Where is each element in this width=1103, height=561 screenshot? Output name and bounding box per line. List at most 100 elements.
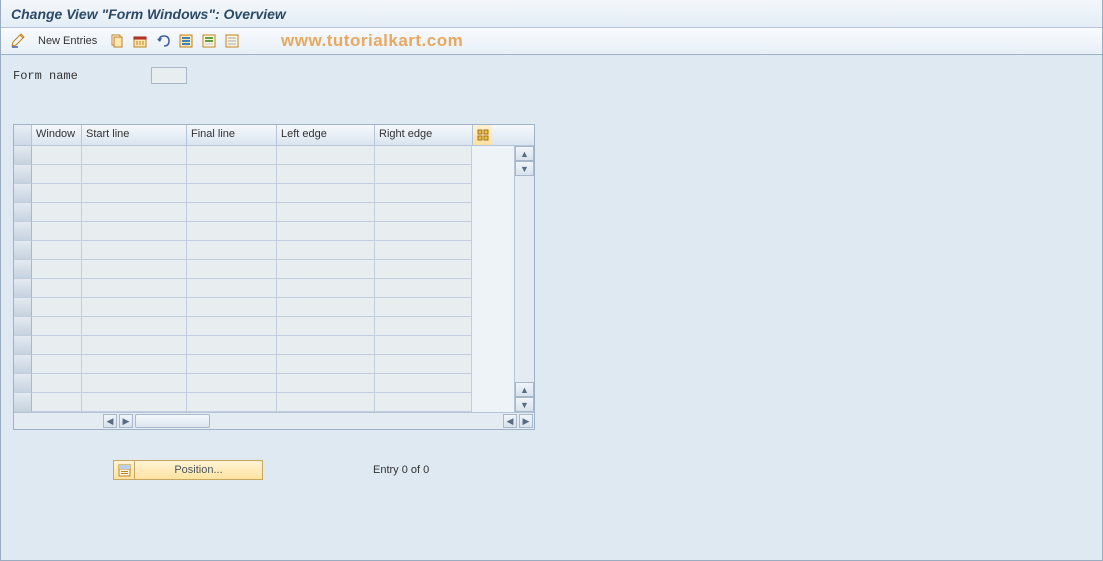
- vertical-scrollbar[interactable]: ▲ ▼ ▲ ▼: [514, 146, 534, 412]
- row-selector[interactable]: [14, 298, 32, 317]
- cell-start-line[interactable]: [82, 184, 187, 203]
- cell-right-edge[interactable]: [375, 355, 472, 374]
- cell-start-line[interactable]: [82, 146, 187, 165]
- cell-right-edge[interactable]: [375, 222, 472, 241]
- table-settings-icon[interactable]: [472, 125, 492, 145]
- cell-start-line[interactable]: [82, 355, 187, 374]
- cell-start-line[interactable]: [82, 317, 187, 336]
- cell-final-line[interactable]: [187, 374, 277, 393]
- cell-right-edge[interactable]: [375, 336, 472, 355]
- column-header-window[interactable]: Window: [32, 125, 82, 145]
- cell-start-line[interactable]: [82, 279, 187, 298]
- cell-window[interactable]: [32, 317, 82, 336]
- cell-final-line[interactable]: [187, 165, 277, 184]
- cell-window[interactable]: [32, 184, 82, 203]
- cell-window[interactable]: [32, 336, 82, 355]
- cell-final-line[interactable]: [187, 203, 277, 222]
- cell-start-line[interactable]: [82, 393, 187, 412]
- cell-start-line[interactable]: [82, 222, 187, 241]
- horizontal-scrollbar[interactable]: ◀ ▶ ◀ ▶: [14, 412, 534, 429]
- cell-window[interactable]: [32, 279, 82, 298]
- cell-window[interactable]: [32, 355, 82, 374]
- cell-right-edge[interactable]: [375, 165, 472, 184]
- cell-right-edge[interactable]: [375, 241, 472, 260]
- cell-final-line[interactable]: [187, 298, 277, 317]
- cell-final-line[interactable]: [187, 317, 277, 336]
- column-header-left-edge[interactable]: Left edge: [277, 125, 375, 145]
- cell-right-edge[interactable]: [375, 203, 472, 222]
- cell-window[interactable]: [32, 222, 82, 241]
- toggle-display-change-icon[interactable]: [9, 32, 27, 50]
- cell-left-edge[interactable]: [277, 260, 375, 279]
- cell-left-edge[interactable]: [277, 222, 375, 241]
- cell-right-edge[interactable]: [375, 317, 472, 336]
- scroll-down-button[interactable]: ▼: [515, 397, 534, 412]
- scroll-right-button[interactable]: ▶: [519, 414, 533, 428]
- cell-start-line[interactable]: [82, 165, 187, 184]
- cell-window[interactable]: [32, 203, 82, 222]
- row-selector[interactable]: [14, 355, 32, 374]
- cell-window[interactable]: [32, 146, 82, 165]
- cell-start-line[interactable]: [82, 336, 187, 355]
- column-header-start-line[interactable]: Start line: [82, 125, 187, 145]
- cell-left-edge[interactable]: [277, 279, 375, 298]
- cell-final-line[interactable]: [187, 146, 277, 165]
- select-all-icon[interactable]: [177, 32, 195, 50]
- cell-right-edge[interactable]: [375, 260, 472, 279]
- column-selector[interactable]: [14, 125, 32, 145]
- cell-final-line[interactable]: [187, 184, 277, 203]
- row-selector[interactable]: [14, 374, 32, 393]
- column-header-final-line[interactable]: Final line: [187, 125, 277, 145]
- row-selector[interactable]: [14, 393, 32, 412]
- cell-final-line[interactable]: [187, 279, 277, 298]
- cell-left-edge[interactable]: [277, 298, 375, 317]
- deselect-all-icon[interactable]: [223, 32, 241, 50]
- cell-left-edge[interactable]: [277, 203, 375, 222]
- row-selector[interactable]: [14, 184, 32, 203]
- cell-left-edge[interactable]: [277, 184, 375, 203]
- cell-window[interactable]: [32, 393, 82, 412]
- copy-as-icon[interactable]: [108, 32, 126, 50]
- cell-window[interactable]: [32, 165, 82, 184]
- cell-window[interactable]: [32, 241, 82, 260]
- cell-right-edge[interactable]: [375, 374, 472, 393]
- cell-left-edge[interactable]: [277, 336, 375, 355]
- cell-final-line[interactable]: [187, 336, 277, 355]
- cell-final-line[interactable]: [187, 355, 277, 374]
- undo-change-icon[interactable]: [154, 32, 172, 50]
- cell-window[interactable]: [32, 260, 82, 279]
- cell-final-line[interactable]: [187, 260, 277, 279]
- cell-left-edge[interactable]: [277, 317, 375, 336]
- scroll-up-button-2[interactable]: ▼: [515, 161, 534, 176]
- cell-left-edge[interactable]: [277, 374, 375, 393]
- new-entries-button[interactable]: New Entries: [32, 33, 103, 49]
- delete-icon[interactable]: [131, 32, 149, 50]
- cell-right-edge[interactable]: [375, 146, 472, 165]
- cell-final-line[interactable]: [187, 393, 277, 412]
- cell-final-line[interactable]: [187, 241, 277, 260]
- cell-window[interactable]: [32, 374, 82, 393]
- position-button[interactable]: Position...: [113, 460, 263, 480]
- cell-right-edge[interactable]: [375, 184, 472, 203]
- scroll-left-button-2[interactable]: ▶: [119, 414, 133, 428]
- scroll-down-button-2[interactable]: ▲: [515, 382, 534, 397]
- scroll-thumb[interactable]: [135, 414, 210, 428]
- row-selector[interactable]: [14, 146, 32, 165]
- cell-start-line[interactable]: [82, 241, 187, 260]
- cell-left-edge[interactable]: [277, 165, 375, 184]
- cell-right-edge[interactable]: [375, 279, 472, 298]
- cell-start-line[interactable]: [82, 260, 187, 279]
- row-selector[interactable]: [14, 279, 32, 298]
- cell-left-edge[interactable]: [277, 355, 375, 374]
- cell-final-line[interactable]: [187, 222, 277, 241]
- row-selector[interactable]: [14, 260, 32, 279]
- cell-left-edge[interactable]: [277, 146, 375, 165]
- cell-start-line[interactable]: [82, 203, 187, 222]
- form-name-input[interactable]: [151, 67, 187, 84]
- row-selector[interactable]: [14, 165, 32, 184]
- cell-right-edge[interactable]: [375, 298, 472, 317]
- cell-left-edge[interactable]: [277, 241, 375, 260]
- scroll-up-button[interactable]: ▲: [515, 146, 534, 161]
- cell-start-line[interactable]: [82, 298, 187, 317]
- row-selector[interactable]: [14, 222, 32, 241]
